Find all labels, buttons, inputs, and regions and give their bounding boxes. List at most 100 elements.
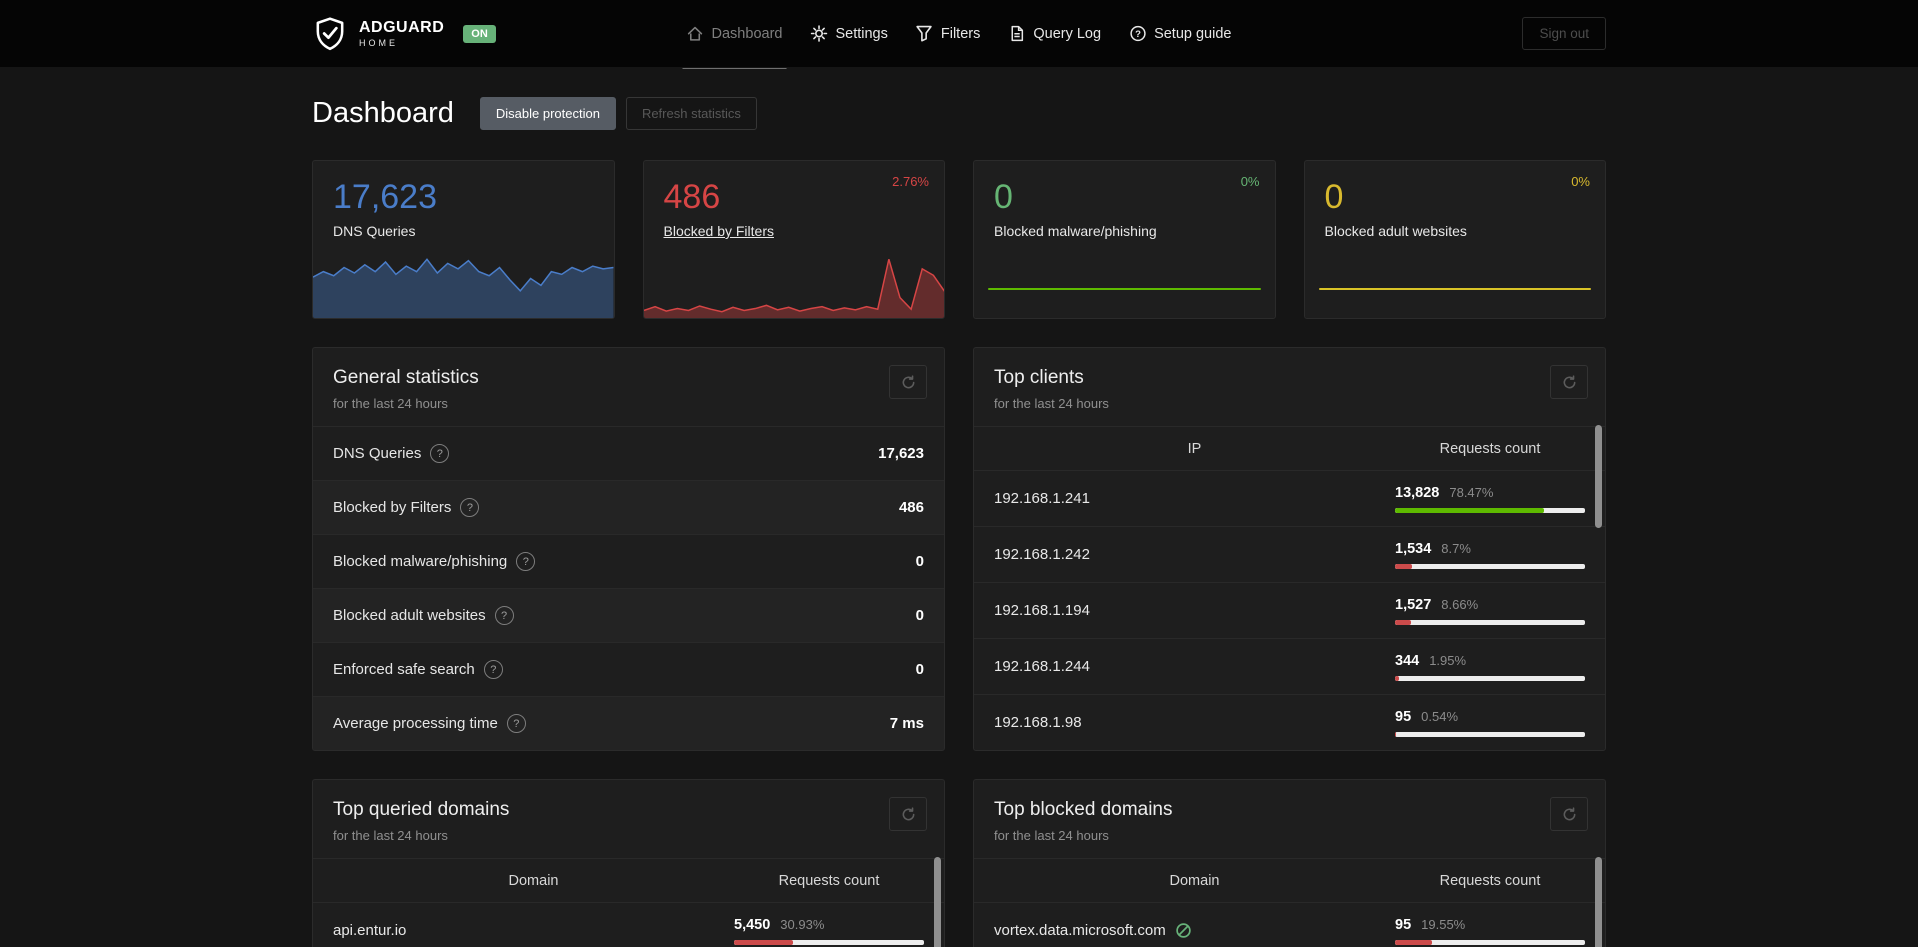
card-refresh-button[interactable] — [1550, 365, 1588, 399]
card-refresh-button[interactable] — [1550, 797, 1588, 831]
table-row: api.entur.io 5,450 30.93% — [313, 902, 944, 947]
nav-item-filters[interactable]: Filters — [916, 0, 980, 67]
stat-label: Blocked malware/phishing — [994, 223, 1157, 239]
stat-value: 0 — [1324, 178, 1344, 216]
brand-subtitle: HOME — [359, 38, 398, 48]
sign-out-button[interactable]: Sign out — [1522, 17, 1606, 50]
navbar: ADGUARD HOME ON Dashboard Settings Filte… — [0, 0, 1918, 69]
general-statistics-table: DNS Queries 17,623 Blocked by Filters 48… — [313, 426, 944, 750]
stat-percent: 2.76% — [892, 174, 929, 189]
stat-label: Blocked adult websites — [1324, 223, 1467, 239]
scrollbar-thumb[interactable] — [934, 857, 941, 947]
client-ip-link[interactable]: 192.168.1.194 — [994, 602, 1090, 619]
client-ip-link[interactable]: 192.168.1.241 — [994, 490, 1090, 507]
nav-label: Settings — [835, 25, 888, 42]
table-row: 192.168.1.98 95 0.54% — [974, 694, 1605, 750]
stat-cards-row: 17,623 DNS Queries 2.76% 486 Blocked by … — [312, 160, 1606, 319]
row-label: DNS Queries — [333, 445, 422, 462]
column-header-domain: Domain — [1169, 872, 1220, 889]
top-blocked-domains-card: Top blocked domains for the last 24 hour… — [973, 779, 1606, 947]
row-value: 17,623 — [878, 445, 924, 462]
table-row: 192.168.1.244 344 1.95% — [974, 638, 1605, 694]
domain-text: vortex.data.microsoft.com — [994, 922, 1166, 939]
request-percent: 8.7% — [1441, 540, 1471, 556]
domain-link[interactable]: api.entur.io — [333, 922, 406, 939]
page-title: Dashboard — [312, 97, 454, 129]
brand-title: ADGUARD — [359, 19, 445, 36]
nav-item-query-log[interactable]: Query Log — [1008, 0, 1101, 67]
row-label: Blocked adult websites — [333, 607, 486, 624]
card-subtitle: for the last 24 hours — [333, 828, 448, 843]
progress-bar — [1395, 563, 1585, 569]
card-title: Top clients — [994, 367, 1084, 388]
request-percent: 0.54% — [1421, 708, 1459, 724]
help-icon[interactable] — [483, 660, 503, 679]
help-icon[interactable] — [460, 498, 480, 517]
scrollbar-thumb[interactable] — [1595, 857, 1602, 947]
row-label: Blocked by Filters — [333, 499, 452, 516]
blocked-by-filters-link[interactable]: Blocked by Filters — [664, 223, 945, 239]
table-row: Blocked by Filters 486 — [313, 480, 944, 534]
progress-bar — [1395, 939, 1585, 945]
top-clients-card: Top clients for the last 24 hours IP Req… — [973, 347, 1606, 751]
stat-card-blocked-filters: 2.76% 486 Blocked by Filters — [642, 160, 945, 319]
svg-text:?: ? — [1135, 29, 1141, 40]
request-count: 5,450 — [734, 916, 771, 933]
row-label: Blocked malware/phishing — [333, 553, 508, 570]
nav-item-settings[interactable]: Settings — [810, 0, 888, 67]
card-subtitle: for the last 24 hours — [994, 396, 1109, 411]
card-title: General statistics — [333, 367, 479, 388]
progress-bar-fill — [734, 939, 793, 945]
progress-bar-fill — [1395, 619, 1412, 625]
progress-bar — [1395, 619, 1585, 625]
blocked-adult-flat-sparkline — [1318, 288, 1591, 290]
nav-label: Filters — [940, 25, 981, 42]
request-count: 1,534 — [1395, 540, 1432, 557]
request-count: 95 — [1395, 708, 1412, 725]
column-header-requests: Requests count — [1439, 440, 1541, 457]
requests-cell: 1,527 8.66% — [1395, 597, 1585, 625]
requests-cell: 1,534 8.7% — [1395, 541, 1585, 569]
row-value: 0 — [915, 607, 924, 624]
help-icon[interactable] — [430, 444, 450, 463]
card-header: Top queried domains for the last 24 hour… — [313, 780, 944, 858]
nav-label: Setup guide — [1154, 25, 1232, 42]
requests-cell: 344 1.95% — [1395, 653, 1585, 681]
table-row: Blocked malware/phishing 0 — [313, 534, 944, 588]
adguard-home-brand[interactable]: ADGUARD HOME ON — [312, 16, 496, 52]
row-label: Enforced safe search — [333, 661, 475, 678]
page-header: Dashboard Disable protection Refresh sta… — [312, 97, 1606, 130]
card-subtitle: for the last 24 hours — [333, 396, 448, 411]
table-row: 192.168.1.241 13,828 78.47% — [974, 470, 1605, 526]
request-percent: 19.55% — [1421, 916, 1466, 932]
card-refresh-button[interactable] — [889, 365, 927, 399]
refresh-icon — [902, 374, 914, 388]
client-ip-link[interactable]: 192.168.1.98 — [994, 714, 1082, 731]
blocked-malware-flat-sparkline — [988, 288, 1261, 290]
client-ip-link[interactable]: 192.168.1.242 — [994, 546, 1090, 563]
nav-item-setup-guide[interactable]: ? Setup guide — [1129, 0, 1231, 67]
table-row: vortex.data.microsoft.com 95 19.55% — [974, 902, 1605, 947]
request-count: 13,828 — [1395, 484, 1440, 501]
disable-protection-button[interactable]: Disable protection — [479, 97, 616, 130]
stat-card-blocked-malware: 0% 0 Blocked malware/phishing — [973, 160, 1276, 319]
scrollbar-thumb[interactable] — [1595, 425, 1602, 528]
nav-item-dashboard[interactable]: Dashboard — [682, 0, 787, 69]
card-refresh-button[interactable] — [889, 797, 927, 831]
blocked-domain-icon — [1176, 923, 1191, 938]
card-subtitle: for the last 24 hours — [994, 828, 1109, 843]
setup-guide-question-icon: ? — [1129, 25, 1146, 42]
help-icon[interactable] — [494, 606, 514, 625]
request-percent: 30.93% — [780, 916, 825, 932]
help-icon[interactable] — [506, 714, 526, 733]
row-value: 7 ms — [889, 715, 924, 732]
help-icon[interactable] — [516, 552, 536, 571]
client-ip-link[interactable]: 192.168.1.244 — [994, 658, 1090, 675]
brand-text: ADGUARD HOME — [359, 19, 444, 48]
request-percent: 8.66% — [1441, 596, 1479, 612]
refresh-statistics-button[interactable]: Refresh statistics — [625, 97, 757, 130]
progress-bar-fill — [1395, 731, 1397, 737]
progress-bar-fill — [1395, 675, 1399, 681]
domain-link[interactable]: vortex.data.microsoft.com — [994, 922, 1192, 939]
stat-value: 0 — [994, 178, 1013, 216]
